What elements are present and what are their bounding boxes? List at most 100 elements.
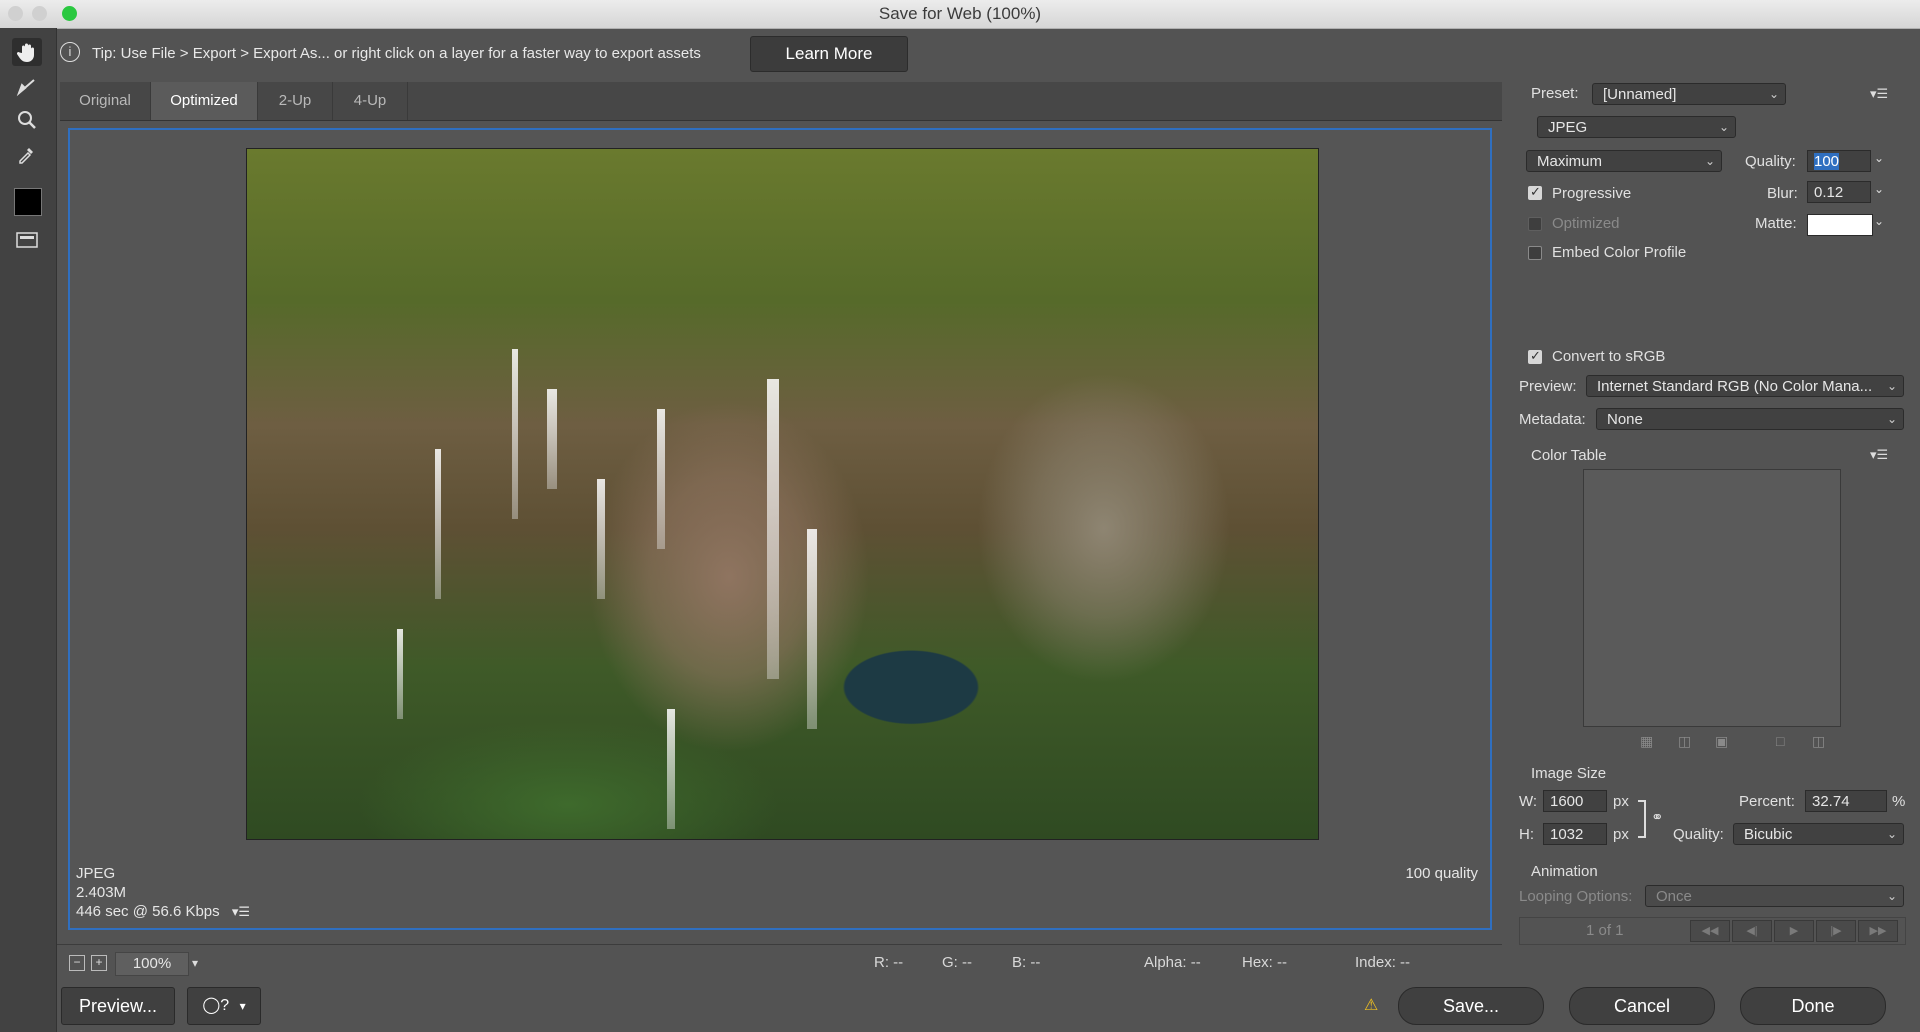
optimized-label: Optimized — [1552, 215, 1620, 232]
browser-preview-button[interactable]: ◯? ▾ — [187, 987, 261, 1025]
zoom-in-button[interactable]: + — [91, 955, 107, 971]
preview-profile-label: Preview: — [1519, 378, 1577, 395]
convert-to-srgb-checkbox[interactable] — [1528, 348, 1542, 364]
done-button[interactable]: Done — [1740, 987, 1886, 1025]
download-speed-menu-icon[interactable]: ▾☰ — [232, 904, 250, 919]
waterfall-photo-preview — [246, 148, 1319, 840]
file-format-select[interactable]: JPEG ⌄ — [1537, 116, 1736, 138]
save-button[interactable]: Save... — [1398, 987, 1544, 1025]
previous-frame-button[interactable]: ◀| — [1732, 920, 1772, 942]
color-table-menu-icon[interactable]: ▾☰ — [1870, 447, 1888, 463]
chevron-down-icon: ⌄ — [1886, 379, 1897, 393]
new-color-icon[interactable]: □ — [1776, 733, 1784, 749]
matte-dropdown-icon[interactable]: ⌄ — [1874, 214, 1884, 228]
web-shift-icon[interactable]: ▦ — [1640, 733, 1653, 750]
play-button[interactable]: ▶ — [1774, 920, 1814, 942]
eyedropper-color-swatch[interactable] — [14, 188, 42, 216]
file-format-value: JPEG — [1548, 119, 1588, 136]
link-icon[interactable]: ⚭ — [1651, 808, 1664, 826]
looping-options-select[interactable]: Once ⌄ — [1645, 885, 1904, 907]
preset-select[interactable]: [Unnamed] ⌄ — [1592, 83, 1786, 105]
percent-label: Percent: — [1739, 793, 1795, 810]
cube-icon[interactable]: ◫ — [1678, 733, 1691, 750]
metadata-value: None — [1607, 411, 1643, 428]
preview-profile-value: Internet Standard RGB (No Color Mana... — [1597, 378, 1873, 395]
eyedropper-tool-icon[interactable] — [12, 140, 42, 168]
zoom-bar: − + 100% ▾ R: -- G: -- B: -- Alpha: -- H… — [57, 944, 1502, 981]
tab-4-up[interactable]: 4-Up — [333, 82, 408, 120]
preview-info: JPEG 2.403M 446 sec @ 56.6 Kbps ▾☰ 100 q… — [76, 865, 1484, 925]
tab-2-up[interactable]: 2-Up — [258, 82, 333, 120]
trash-icon[interactable]: ◫ — [1812, 733, 1825, 750]
slice-select-tool-icon[interactable] — [12, 72, 42, 100]
frame-counter: 1 of 1 — [1586, 922, 1624, 939]
animation-controls: 1 of 1 ◀◀ ◀| ▶ |▶ ▶▶ — [1519, 917, 1906, 945]
animation-title: Animation — [1531, 863, 1598, 880]
chevron-down-icon: ⌄ — [1718, 120, 1729, 134]
percent-unit: % — [1892, 793, 1906, 810]
blur-slider-icon[interactable]: ⌄ — [1874, 182, 1884, 196]
view-tabs: Original Optimized 2-Up 4-Up — [60, 82, 1502, 121]
browser-globe-icon: ◯? — [202, 997, 230, 1014]
quality-slider-icon[interactable]: ⌄ — [1874, 151, 1884, 165]
lock-icon[interactable]: ▣ — [1715, 733, 1728, 750]
percent-input[interactable]: 32.74 — [1805, 790, 1887, 812]
toggle-slices-icon[interactable] — [12, 226, 42, 254]
zoom-dropdown-icon[interactable]: ▾ — [185, 952, 205, 974]
tab-original[interactable]: Original — [60, 82, 151, 120]
width-input[interactable]: 1600 — [1543, 790, 1607, 812]
chevron-down-icon: ⌄ — [1886, 827, 1897, 841]
next-frame-button[interactable]: |▶ — [1816, 920, 1856, 942]
preset-value: [Unnamed] — [1603, 86, 1677, 103]
optimized-preview-pane[interactable]: JPEG 2.403M 446 sec @ 56.6 Kbps ▾☰ 100 q… — [68, 128, 1492, 930]
hex-readout: Hex: -- — [1242, 954, 1287, 971]
chevron-down-icon: ⌄ — [1704, 154, 1715, 168]
color-table-label: Color Table — [1531, 447, 1607, 464]
preview-profile-select[interactable]: Internet Standard RGB (No Color Mana... ⌄ — [1586, 375, 1904, 397]
learn-more-button[interactable]: Learn More — [750, 36, 908, 72]
hand-tool-icon[interactable] — [12, 38, 42, 66]
chevron-down-icon: ⌄ — [1768, 87, 1779, 101]
blue-readout: B: -- — [1012, 954, 1041, 971]
constrain-bracket — [1638, 800, 1646, 838]
last-frame-button[interactable]: ▶▶ — [1858, 920, 1898, 942]
optimize-menu-icon[interactable]: ▾☰ — [1870, 86, 1888, 102]
file-size-label: 2.403M — [76, 884, 127, 901]
cancel-button[interactable]: Cancel — [1569, 987, 1715, 1025]
first-frame-button[interactable]: ◀◀ — [1690, 920, 1730, 942]
preset-label: Preset: — [1531, 85, 1579, 102]
quality-value: 100 — [1814, 153, 1840, 170]
metadata-select[interactable]: None ⌄ — [1596, 408, 1904, 430]
tool-column — [0, 28, 57, 1032]
zoom-level-field[interactable]: 100% — [115, 952, 189, 976]
compression-quality-select[interactable]: Maximum ⌄ — [1526, 150, 1722, 172]
height-input[interactable]: 1032 — [1543, 823, 1607, 845]
quality-input[interactable]: 100 — [1807, 150, 1871, 172]
embed-color-profile-checkbox[interactable] — [1528, 246, 1542, 260]
chevron-down-icon: ⌄ — [1886, 412, 1897, 426]
index-readout: Index: -- — [1355, 954, 1411, 971]
resample-quality-label: Quality: — [1673, 826, 1724, 843]
color-table[interactable] — [1583, 469, 1841, 727]
download-time-label: 446 sec @ 56.6 Kbps — [76, 903, 220, 920]
resample-quality-value: Bicubic — [1744, 826, 1793, 843]
matte-label: Matte: — [1755, 215, 1797, 232]
green-readout: G: -- — [942, 954, 972, 971]
resample-quality-select[interactable]: Bicubic ⌄ — [1733, 823, 1904, 845]
width-label: W: — [1519, 793, 1538, 810]
window-title: Save for Web (100%) — [878, 4, 1042, 23]
tab-optimized[interactable]: Optimized — [151, 82, 258, 120]
height-label: H: — [1519, 826, 1534, 843]
progressive-label: Progressive — [1552, 185, 1632, 202]
optimized-checkbox[interactable] — [1528, 217, 1542, 231]
red-readout: R: -- — [874, 954, 904, 971]
matte-color-swatch[interactable] — [1807, 214, 1873, 236]
blur-input[interactable]: 0.12 — [1807, 181, 1871, 203]
zoom-tool-icon[interactable] — [12, 106, 42, 134]
progressive-checkbox[interactable] — [1528, 184, 1542, 200]
quality-label: Quality: — [1745, 153, 1796, 170]
zoom-out-button[interactable]: − — [69, 955, 85, 971]
preview-button[interactable]: Preview... — [61, 987, 175, 1025]
image-size-title: Image Size — [1531, 765, 1607, 782]
compression-quality-value: Maximum — [1537, 153, 1603, 170]
